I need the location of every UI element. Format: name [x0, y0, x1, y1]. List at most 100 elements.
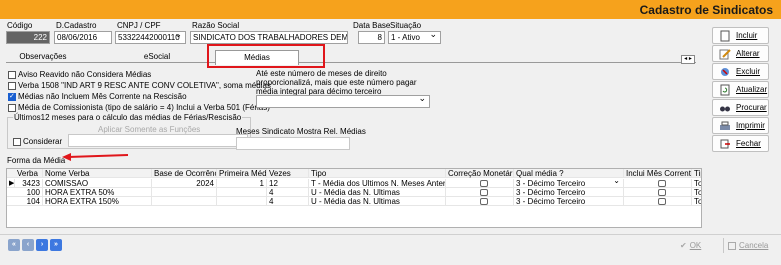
row-tip[interactable]: Toc	[692, 188, 701, 197]
row-nome[interactable]: COMISSAO	[43, 179, 152, 188]
row-tip[interactable]: Toc	[692, 179, 701, 188]
comissionista-checkbox[interactable]: Média de Comissionista (tipo de salário …	[8, 103, 270, 112]
situacao-select[interactable]: 1 - Ativo	[388, 31, 441, 44]
aviso-box[interactable]	[8, 70, 16, 79]
col-correcao[interactable]: Correção Monetária?	[446, 169, 514, 178]
col-inclui-mes[interactable]: Inclui Mês Corrente	[624, 169, 692, 178]
col-verba[interactable]: Verba	[15, 169, 43, 178]
row-inclui[interactable]	[624, 179, 692, 188]
meses-proporcional-select[interactable]	[256, 95, 430, 108]
row-primeira[interactable]	[217, 188, 267, 197]
col-base[interactable]: Base de Ocorrência	[152, 169, 217, 178]
row-inclui-checkbox[interactable]	[658, 180, 666, 187]
row-inclui[interactable]	[624, 197, 692, 206]
col-primeira[interactable]: Primeira Média	[217, 169, 267, 178]
excluir-button[interactable]: Excluir	[712, 63, 769, 80]
row-tip[interactable]: Toc	[692, 197, 701, 206]
procurar-button[interactable]: Procurar	[712, 99, 769, 116]
verba1508-box[interactable]	[8, 81, 16, 90]
row-correcao[interactable]	[446, 197, 514, 206]
database-label: Data Base	[353, 21, 391, 30]
cancela-button[interactable]: Cancela	[723, 238, 768, 253]
cnpj-field[interactable]: 53322442000110	[115, 31, 186, 44]
table-row[interactable]: ▶ 3423 COMISSAO 2024 1 12 T - Média dos …	[7, 179, 701, 188]
alterar-button[interactable]: Alterar	[712, 45, 769, 62]
col-nome-verba[interactable]: Nome Verba	[43, 169, 152, 178]
row-correcao-checkbox[interactable]	[480, 189, 488, 196]
chevron-down-icon[interactable]: ⌄	[613, 179, 620, 185]
aplicar-funcoes-field[interactable]	[68, 134, 248, 147]
aviso-checkbox[interactable]: Aviso Reavido não Considera Médias	[8, 70, 151, 79]
atualizar-button[interactable]: Atualizar	[712, 81, 769, 98]
binoculars-icon	[720, 106, 730, 111]
mes-corrente-checkbox[interactable]: Médias não Incluem Mês Corrente na Resci…	[8, 92, 187, 101]
considerar-box[interactable]	[13, 137, 21, 146]
row-correcao[interactable]	[446, 188, 514, 197]
ok-button[interactable]: ✔ OK	[680, 238, 701, 253]
fechar-button[interactable]: Fechar	[712, 135, 769, 152]
database-field[interactable]: 8	[358, 31, 385, 44]
medias-grid[interactable]: Verba Nome Verba Base de Ocorrência Prim…	[6, 168, 702, 228]
comissionista-box[interactable]	[8, 103, 16, 112]
row-inclui[interactable]	[624, 188, 692, 197]
table-row[interactable]: 104 HORA EXTRA 150% 4 U - Média das N. U…	[7, 197, 701, 206]
row-vezes[interactable]: 4	[267, 197, 309, 206]
check-icon: ✔	[680, 241, 687, 250]
window-title: Cadastro de Sindicatos	[639, 3, 773, 17]
imprimir-button[interactable]: Imprimir	[712, 117, 769, 134]
row-base[interactable]	[152, 197, 217, 206]
row-vezes[interactable]: 12	[267, 179, 309, 188]
row-tipo[interactable]: T - Média dos Ultimos N. Meses Anteriore…	[309, 179, 446, 188]
razao-field[interactable]: SINDICATO DOS TRABALHADORES DEMONS	[190, 31, 348, 44]
row-nome[interactable]: HORA EXTRA 150%	[43, 197, 152, 206]
row-correcao-checkbox[interactable]	[480, 198, 488, 205]
row-primeira[interactable]: 1	[217, 179, 267, 188]
row-correcao[interactable]	[446, 179, 514, 188]
tab-observacoes[interactable]: Observações	[14, 50, 72, 65]
table-row[interactable]: 100 HORA EXTRA 50% 4 U - Média das N. Ul…	[7, 188, 701, 197]
col-tip[interactable]: Tip	[692, 169, 701, 178]
row-base[interactable]: 2024	[152, 179, 217, 188]
first-record-icon[interactable]: «	[8, 239, 20, 251]
codigo-field[interactable]: 222	[6, 31, 50, 44]
last-record-icon[interactable]: »	[50, 239, 62, 251]
row-primeira[interactable]	[217, 197, 267, 206]
row-base[interactable]	[152, 188, 217, 197]
verba1508-checkbox[interactable]: Verba 1508 "IND ART 9 RESC ANTE CONV COL…	[8, 81, 271, 90]
mes-corrente-box[interactable]	[8, 92, 16, 101]
codigo-label: Código	[7, 21, 33, 30]
row-inclui-checkbox[interactable]	[658, 189, 666, 196]
meses-sindicato-label: Meses Sindicato Mostra Rel. Médias	[236, 127, 366, 136]
tab-scroll-arrows[interactable]: ◂ ▸	[681, 55, 695, 64]
tab-strip	[6, 48, 696, 63]
row-inclui-checkbox[interactable]	[658, 198, 666, 205]
col-vezes[interactable]: Vezes	[267, 169, 309, 178]
row-verba[interactable]: 100	[15, 188, 43, 197]
tab-esocial[interactable]: eSocial	[128, 50, 186, 65]
meses-sindicato-field[interactable]	[236, 137, 350, 150]
considerar-checkbox[interactable]: Considerar	[13, 137, 62, 146]
comissionista-label: Média de Comissionista (tipo de salário …	[18, 103, 270, 112]
razao-label: Razão Social	[192, 21, 240, 30]
row-nome[interactable]: HORA EXTRA 50%	[43, 188, 152, 197]
ok-label: OK	[689, 241, 702, 250]
mes-corrente-label: Médias não Incluem Mês Corrente na Resci…	[18, 92, 187, 101]
prev-record-icon[interactable]: ‹	[22, 239, 34, 251]
row-qual[interactable]: 3 - Décimo Terceiro	[514, 197, 624, 206]
dcadastro-field[interactable]: 08/06/2016	[54, 31, 112, 44]
incluir-button[interactable]: Incluir	[712, 27, 769, 44]
row-correcao-checkbox[interactable]	[480, 180, 488, 187]
next-record-icon[interactable]: ›	[36, 239, 48, 251]
row-tipo[interactable]: U - Média das N. Ultimas	[309, 197, 446, 206]
col-tipo[interactable]: Tipo	[309, 169, 446, 178]
procurar-label: Procurar	[736, 103, 767, 112]
row-tipo[interactable]: U - Média das N. Ultimas	[309, 188, 446, 197]
row-qual-value[interactable]: 3 - Décimo Terceiro	[516, 179, 585, 188]
row-qual[interactable]: 3 - Décimo Terceiro ⌄	[514, 179, 624, 188]
col-qual-media[interactable]: Qual média ?	[514, 169, 624, 178]
row-vezes[interactable]: 4	[267, 188, 309, 197]
verba1508-label: Verba 1508 "IND ART 9 RESC ANTE CONV COL…	[18, 81, 271, 90]
row-verba[interactable]: 3423	[15, 179, 43, 188]
row-verba[interactable]: 104	[15, 197, 43, 206]
row-qual[interactable]: 3 - Décimo Terceiro	[514, 188, 624, 197]
